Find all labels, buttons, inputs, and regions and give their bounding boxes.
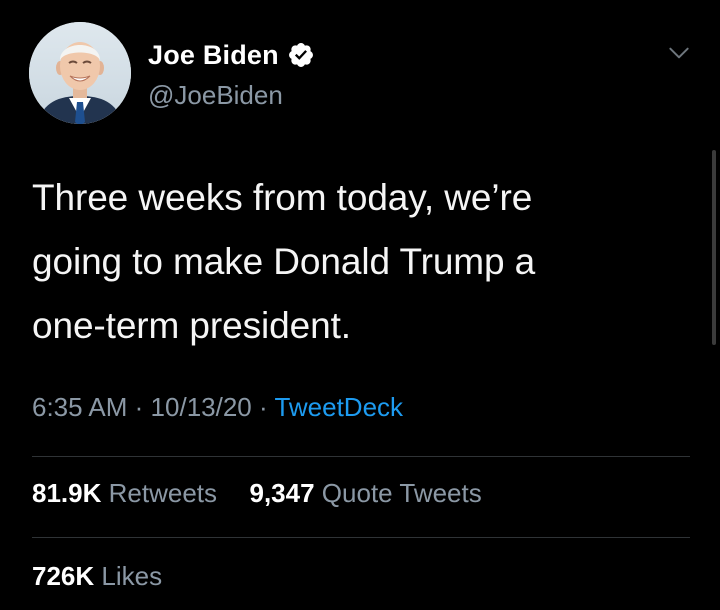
divider [32,537,690,538]
tweet-metadata: 6:35 AM · 10/13/20 · TweetDeck [32,392,403,423]
author-handle[interactable]: @JoeBiden [148,80,315,111]
tweet-text-line: going to make Donald Trump a [32,241,536,282]
quote-tweets-stat[interactable]: 9,347 Quote Tweets [242,478,482,508]
retweets-label: Retweets [108,478,218,508]
likes-stat[interactable]: 726K Likes [32,561,162,592]
avatar[interactable] [29,22,131,124]
tweet-text: Three weeks from today, we’re going to m… [32,166,672,358]
author-name-row: Joe Biden [148,36,315,74]
tweet-text-line: one-term president. [32,305,351,346]
tweet-source-link[interactable]: TweetDeck [274,392,403,422]
quote-tweets-label: Quote Tweets [321,478,482,508]
likes-count: 726K [32,561,95,591]
tweet-detail: Joe Biden @JoeBiden Three weeks from tod… [0,0,720,610]
meta-separator: · [259,392,268,422]
meta-separator: · [134,392,144,422]
author-block: Joe Biden @JoeBiden [148,36,315,111]
tweet-date[interactable]: 10/13/20 [151,392,252,422]
quote-tweets-count: 9,347 [249,478,315,508]
tweet-time[interactable]: 6:35 AM [32,392,127,422]
chevron-down-icon[interactable] [666,40,692,66]
divider [32,456,690,457]
author-name[interactable]: Joe Biden [148,40,279,71]
verified-badge-icon [288,43,313,67]
tweet-text-line: Three weeks from today, we’re [32,177,533,218]
retweets-stat[interactable]: 81.9K Retweets [32,478,224,508]
scrollbar[interactable] [712,150,716,345]
retweets-count: 81.9K [32,478,102,508]
likes-label: Likes [101,561,163,591]
engagement-stats: 81.9K Retweets 9,347 Quote Tweets [32,478,482,509]
